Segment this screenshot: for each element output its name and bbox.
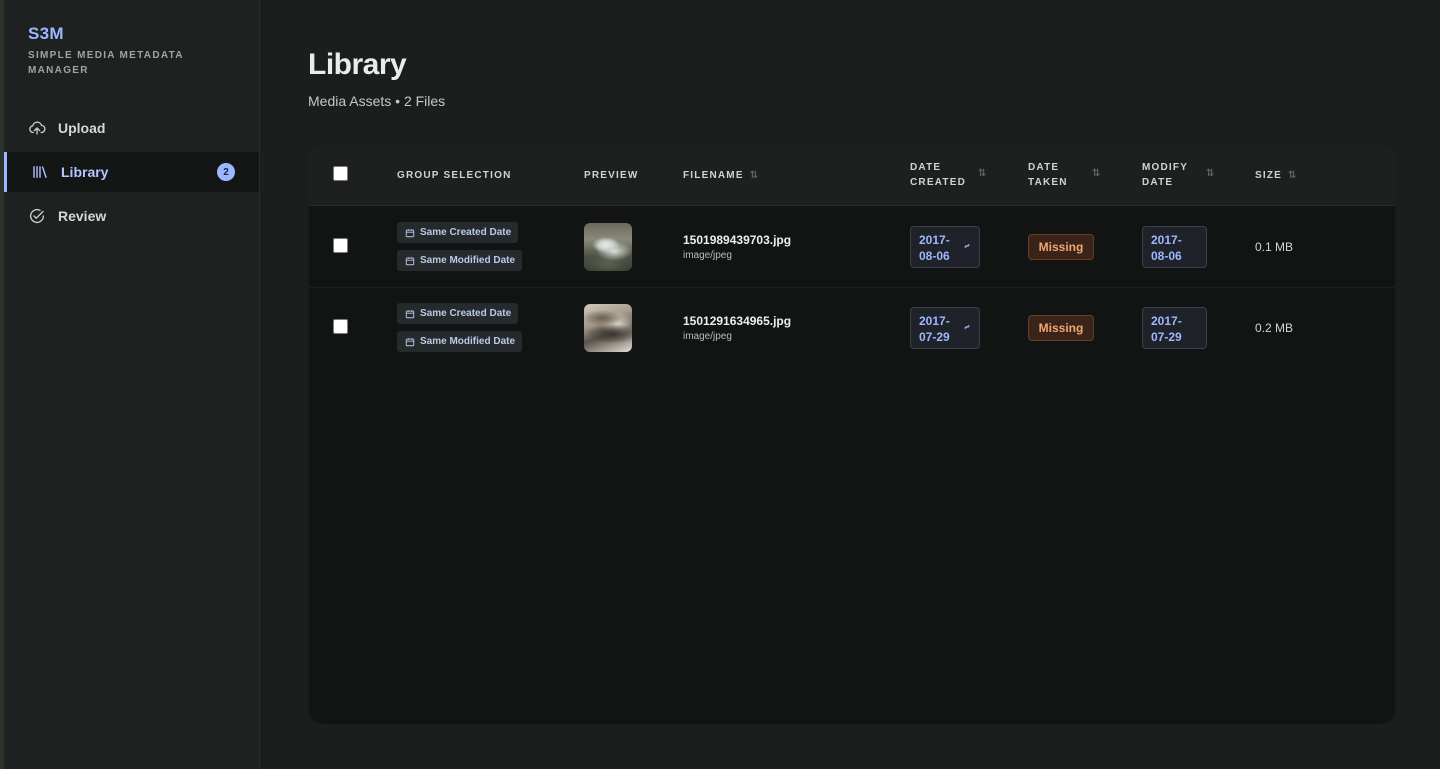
mime-type: image/jpeg — [683, 331, 732, 342]
same-created-date-button[interactable]: Same Created Date — [397, 222, 519, 243]
date-text: 08-06 — [919, 249, 950, 263]
sidebar: S3M SIMPLE MEDIA METADATA MANAGER Upload — [4, 0, 260, 769]
calendar-icon — [405, 309, 415, 319]
chip-label: Same Created Date — [420, 308, 512, 319]
filename: 1501989439703.jpg — [683, 233, 792, 247]
column-label: CREATED — [910, 177, 966, 188]
column-filename[interactable]: FILENAME ⇅ — [683, 168, 758, 183]
preview-thumbnail[interactable] — [584, 304, 632, 352]
date-text: 2017- — [919, 314, 950, 328]
filename: 1501291634965.jpg — [683, 314, 792, 328]
column-size[interactable]: SIZE ⇅ — [1255, 168, 1296, 183]
sidebar-item-upload[interactable]: Upload — [4, 108, 259, 148]
column-label: FILENAME — [683, 170, 744, 181]
sort-icon[interactable]: ⇅ — [978, 166, 986, 181]
table-header: GROUP SELECTION PREVIEW FILENAME ⇅ DATE … — [309, 145, 1395, 206]
same-created-date-button[interactable]: Same Created Date — [397, 303, 519, 324]
same-modified-date-button[interactable]: Same Modified Date — [397, 331, 523, 352]
date-text: 07-29 — [1151, 330, 1182, 344]
cloud-upload-icon — [28, 119, 46, 137]
link-icon — [963, 242, 971, 250]
chip-label: Same Created Date — [420, 227, 512, 238]
column-preview: PREVIEW — [584, 168, 639, 183]
column-label: MODIFY — [1142, 162, 1189, 173]
sidebar-item-review[interactable]: Review — [4, 196, 259, 236]
date-taken-missing-badge: Missing — [1028, 234, 1094, 260]
column-group-selection: GROUP SELECTION — [397, 168, 512, 183]
sort-icon[interactable]: ⇅ — [1092, 166, 1100, 181]
file-size: 0.2 MB — [1255, 321, 1294, 335]
row-select-checkbox[interactable] — [333, 238, 348, 253]
chip-label: Same Modified Date — [420, 255, 516, 266]
calendar-icon — [405, 337, 415, 347]
date-text: 08-06 — [1151, 249, 1182, 263]
media-table: GROUP SELECTION PREVIEW FILENAME ⇅ DATE … — [309, 145, 1395, 724]
column-label: GROUP SELECTION — [397, 170, 512, 181]
column-date-created[interactable]: DATE CREATED ⇅ — [910, 160, 986, 190]
check-circle-icon — [28, 207, 46, 225]
column-label: DATE — [1028, 162, 1060, 173]
column-label: SIZE — [1255, 170, 1283, 181]
sort-icon[interactable]: ⇅ — [750, 168, 758, 183]
date-text: 07-29 — [919, 330, 950, 344]
sidebar-item-library[interactable]: Library 2 — [4, 152, 259, 192]
page-subtitle: Media Assets • 2 Files — [308, 93, 446, 109]
sort-icon[interactable]: ⇅ — [1288, 168, 1296, 183]
column-modify-date[interactable]: MODIFY DATE ⇅ — [1142, 160, 1214, 190]
column-label: TAKEN — [1028, 177, 1068, 188]
date-created-field[interactable]: 2017- 07-29 — [910, 307, 980, 349]
sidebar-item-label: Review — [58, 208, 107, 224]
calendar-icon — [405, 256, 415, 266]
modify-date-field[interactable]: 2017- 08-06 — [1142, 226, 1207, 268]
chip-label: Same Modified Date — [420, 336, 516, 347]
select-all-checkbox[interactable] — [333, 166, 348, 181]
calendar-icon — [405, 228, 415, 238]
table-row: Same Created Date Same Modified Date 150… — [309, 206, 1395, 288]
active-indicator — [4, 152, 7, 192]
brand-title[interactable]: S3M — [28, 24, 198, 44]
table-row: Same Created Date Same Modified Date 150… — [309, 288, 1395, 370]
date-text: 2017- — [1151, 233, 1182, 247]
column-label: PREVIEW — [584, 170, 639, 181]
mime-type: image/jpeg — [683, 250, 732, 261]
sidebar-item-label: Library — [61, 164, 109, 180]
column-date-taken[interactable]: DATE TAKEN ⇅ — [1028, 160, 1100, 190]
date-created-field[interactable]: 2017- 08-06 — [910, 226, 980, 268]
app-root: S3M SIMPLE MEDIA METADATA MANAGER Upload — [0, 0, 1440, 769]
modify-date-field[interactable]: 2017- 07-29 — [1142, 307, 1207, 349]
link-icon — [963, 323, 971, 331]
sidebar-item-label: Upload — [58, 120, 106, 136]
column-label: DATE — [1142, 177, 1174, 188]
sort-icon[interactable]: ⇅ — [1206, 166, 1214, 181]
row-select-checkbox[interactable] — [333, 319, 348, 334]
date-taken-missing-badge: Missing — [1028, 315, 1094, 341]
date-text: 2017- — [919, 233, 950, 247]
same-modified-date-button[interactable]: Same Modified Date — [397, 250, 523, 271]
library-count-badge: 2 — [217, 163, 235, 181]
preview-thumbnail[interactable] — [584, 223, 632, 271]
library-icon — [31, 163, 49, 181]
page-title: Library — [308, 48, 407, 81]
date-text: 2017- — [1151, 314, 1182, 328]
brand-subtitle: SIMPLE MEDIA METADATA MANAGER — [28, 50, 184, 76]
column-label: DATE — [910, 162, 942, 173]
file-size: 0.1 MB — [1255, 240, 1294, 254]
brand: S3M SIMPLE MEDIA METADATA MANAGER — [28, 24, 198, 78]
